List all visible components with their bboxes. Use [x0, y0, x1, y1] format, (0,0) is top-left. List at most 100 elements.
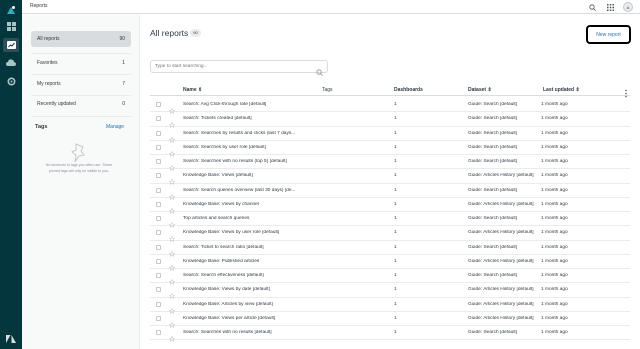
favorite-star-icon[interactable] [168, 301, 176, 314]
dashboards-count: 1 [394, 201, 397, 207]
row-checkbox[interactable] [156, 330, 161, 335]
row-checkbox[interactable] [156, 173, 161, 179]
table-row[interactable]: Knowledge Base: Views per article [defau… [150, 312, 630, 328]
row-checkbox[interactable] [156, 287, 161, 293]
report-name-link[interactable]: Knowledge Base: Views per article [defau… [183, 316, 311, 321]
row-checkbox[interactable] [156, 230, 161, 236]
column-last-updated[interactable]: Last updated ⇕ [543, 87, 580, 93]
report-name-link[interactable]: Knowledge Base: Published articles [183, 259, 311, 264]
favorite-star-icon[interactable] [168, 329, 176, 342]
report-name-link[interactable]: Knowledge Base: Views by date [default] [183, 287, 311, 292]
column-options-icon[interactable] [624, 85, 628, 98]
datasets-icon[interactable] [5, 57, 17, 69]
last-updated: 1 month ago [541, 102, 568, 107]
column-dashboards[interactable]: Dashboards [394, 87, 423, 93]
favorite-star-icon[interactable] [168, 158, 176, 171]
dashboard-icon[interactable] [5, 20, 17, 32]
tags-manage-link[interactable]: Manage [106, 124, 124, 130]
report-name-link[interactable]: Search: Search queries overview (last 30… [183, 188, 311, 193]
logo-icon[interactable] [5, 4, 17, 16]
table-row[interactable]: Search: Searches with no results (top 5)… [150, 155, 630, 171]
nav-count: 7 [122, 81, 125, 87]
divider [31, 116, 131, 117]
report-name-link[interactable]: Search: Search effectiveness [default] [183, 273, 311, 278]
dashboards-count: 1 [394, 273, 397, 278]
column-name[interactable]: Name ⇕ [183, 87, 202, 93]
favorite-star-icon[interactable] [168, 115, 176, 129]
row-checkbox[interactable] [156, 201, 161, 207]
report-name-link[interactable]: Search: Avg Click-through rate [default] [183, 102, 311, 107]
favorite-star-icon[interactable] [168, 201, 176, 214]
avatar[interactable]: A [623, 2, 633, 12]
row-checkbox[interactable] [156, 187, 161, 193]
table-row[interactable]: Knowledge Base: Views by channel 1 Guide: … [150, 198, 630, 214]
report-name-link[interactable]: Knowledge Base: Views by user role [defa… [183, 230, 311, 235]
favorite-star-icon[interactable] [168, 101, 176, 114]
reports-icon[interactable] [3, 38, 19, 52]
favorite-star-icon[interactable] [168, 144, 176, 157]
report-name-link[interactable]: Search: Tickets created [default] [183, 116, 311, 121]
report-name-link[interactable]: Top articles and search queries [183, 216, 311, 221]
table-row[interactable]: Search: Search effectiveness [default] 1 G… [150, 269, 630, 285]
favorite-star-icon[interactable] [168, 229, 176, 243]
favorite-star-icon[interactable] [168, 315, 176, 328]
row-checkbox[interactable] [156, 315, 161, 321]
row-checkbox[interactable] [156, 116, 161, 122]
table-row[interactable]: Knowledge Base: Views by date [default] 1… [150, 283, 630, 300]
report-name-link[interactable]: Knowledge Base: Views by channel [183, 202, 311, 207]
table-row[interactable]: Search: Search queries overview (last 30… [150, 184, 630, 200]
favorite-star-icon[interactable] [168, 272, 176, 285]
column-dataset[interactable]: Dataset ⇕ [468, 87, 492, 93]
topbar-title: Reports [30, 3, 48, 9]
table-row[interactable]: Knowledge Base: Articles by view [defaul… [150, 298, 630, 314]
table-row[interactable]: Knowledge Base: Views by user role [defa… [150, 226, 630, 243]
row-checkbox[interactable] [156, 244, 161, 250]
favorite-star-icon[interactable] [168, 258, 176, 271]
search-input[interactable] [150, 60, 328, 73]
dataset-name: Guide: Search [default] [468, 144, 518, 150]
nav-all-reports[interactable]: All reports 90 [31, 31, 131, 47]
table-row[interactable]: Search: Searches by results and clicks (… [150, 127, 630, 143]
favorite-star-icon[interactable] [168, 215, 176, 228]
report-name-link[interactable]: Search: Ticket to search ratio [default] [183, 245, 311, 250]
table-row[interactable]: Search: Avg Click-through rate [default]… [150, 98, 630, 114]
table-row[interactable]: Search: Tickets created [default] 1 Guide:… [150, 112, 630, 129]
row-checkbox[interactable] [156, 144, 161, 150]
row-checkbox[interactable] [156, 102, 161, 107]
report-count-badge: 90 [190, 29, 201, 37]
row-checkbox[interactable] [156, 258, 161, 264]
row-checkbox[interactable] [156, 159, 161, 164]
dataset-name: Guide: Search [default] [468, 130, 518, 136]
favorite-star-icon[interactable] [168, 172, 176, 186]
table-row[interactable]: Search: Searches with no results [defaul… [150, 326, 630, 342]
table-row[interactable]: Search: Searches by user role [default] 1… [150, 141, 630, 157]
table-row[interactable]: Knowledge Base: Views [default] 1 Guide: A… [150, 169, 630, 186]
nav-recently-updated[interactable]: Recently updated 0 [31, 96, 131, 112]
nav-my-reports[interactable]: My reports 7 [31, 76, 131, 92]
divider [31, 74, 131, 75]
favorite-star-icon[interactable] [168, 187, 176, 200]
report-name-link[interactable]: Search: Searches by user role [default] [183, 145, 311, 150]
table-row[interactable]: Knowledge Base: Published articles 1 Guide… [150, 255, 630, 271]
favorite-star-icon[interactable] [168, 286, 176, 300]
report-name-link[interactable]: Knowledge Base: Articles by view [defaul… [183, 302, 311, 307]
report-name-link[interactable]: Search: Searches with no results (top 5)… [183, 159, 311, 164]
row-checkbox[interactable] [156, 130, 161, 136]
nav-favorites[interactable]: Favorites 1 [31, 55, 131, 71]
table-row[interactable]: Top articles and search queries 1 Guide: S… [150, 212, 630, 228]
new-report-button[interactable]: New report [586, 25, 631, 44]
settings-icon[interactable] [5, 75, 17, 87]
last-updated: 1 month ago [541, 173, 568, 179]
table-row[interactable]: Search: Ticket to search ratio [default]… [150, 241, 630, 257]
report-name-link[interactable]: Knowledge Base: Views [default] [183, 173, 311, 178]
row-checkbox[interactable] [156, 273, 161, 278]
row-checkbox[interactable] [156, 301, 161, 307]
report-name-link[interactable]: Search: Searches by results and clicks (… [183, 131, 311, 136]
last-updated: 1 month ago [541, 130, 568, 136]
report-name-link[interactable]: Search: Searches with no results [defaul… [183, 330, 311, 335]
row-checkbox[interactable] [156, 216, 161, 221]
favorite-star-icon[interactable] [168, 244, 176, 257]
favorite-star-icon[interactable] [168, 130, 176, 143]
apps-grid-icon[interactable] [605, 2, 615, 12]
search-icon[interactable] [587, 2, 597, 12]
